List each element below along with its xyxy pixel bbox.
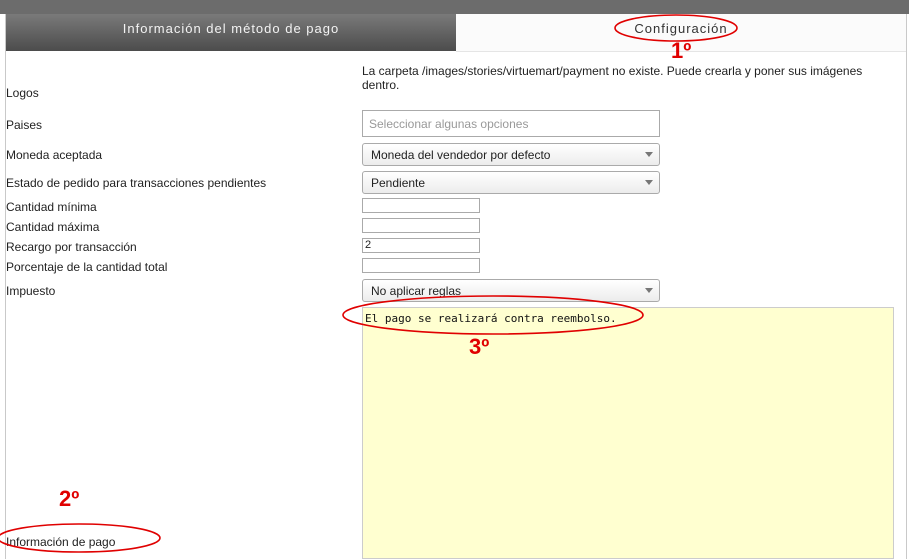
- step-2-marker: 2º: [59, 486, 80, 511]
- step-1-marker: 1º: [671, 38, 692, 63]
- pending-status-label: Estado de pedido para transacciones pend…: [6, 176, 267, 190]
- payment-info-editor[interactable]: El pago se realizará contra reembolso.: [362, 307, 894, 559]
- tax-select[interactable]: No aplicar reglas: [362, 279, 660, 302]
- tax-selected-value: No aplicar reglas: [371, 284, 462, 298]
- step-3-marker: 3º: [469, 334, 490, 359]
- fee-label: Recargo por transacción: [6, 240, 137, 254]
- tax-label: Impuesto: [6, 284, 56, 298]
- min-amount-input[interactable]: [362, 198, 480, 213]
- chevron-down-icon: [645, 288, 653, 293]
- countries-placeholder: Seleccionar algunas opciones: [369, 117, 529, 131]
- pending-status-select[interactable]: Pendiente: [362, 171, 660, 194]
- tab-payment-method-info[interactable]: Información del método de pago: [6, 14, 456, 51]
- currency-label: Moneda aceptada: [6, 148, 103, 162]
- chevron-down-icon: [645, 180, 653, 185]
- max-amount-label: Cantidad máxima: [6, 220, 100, 234]
- percent-label: Porcentaje de la cantidad total: [6, 260, 168, 274]
- currency-select[interactable]: Moneda del vendedor por defecto: [362, 143, 660, 166]
- max-amount-input[interactable]: [362, 218, 480, 233]
- pending-status-selected-value: Pendiente: [371, 176, 426, 190]
- countries-label: Paises: [6, 118, 43, 132]
- min-amount-label: Cantidad mínima: [6, 200, 97, 214]
- payment-info-label: Información de pago: [6, 535, 116, 549]
- percent-input[interactable]: [362, 258, 480, 273]
- countries-multiselect[interactable]: Seleccionar algunas opciones: [362, 110, 660, 137]
- payment-info-text: El pago se realizará contra reembolso.: [365, 312, 617, 325]
- chevron-down-icon: [645, 152, 653, 157]
- logos-label: Logos: [6, 86, 39, 100]
- currency-selected-value: Moneda del vendedor por defecto: [371, 148, 551, 162]
- top-bar: [0, 0, 909, 14]
- logos-folder-note: La carpeta /images/stories/virtuemart/pa…: [362, 64, 863, 92]
- fee-input[interactable]: 2: [362, 238, 480, 253]
